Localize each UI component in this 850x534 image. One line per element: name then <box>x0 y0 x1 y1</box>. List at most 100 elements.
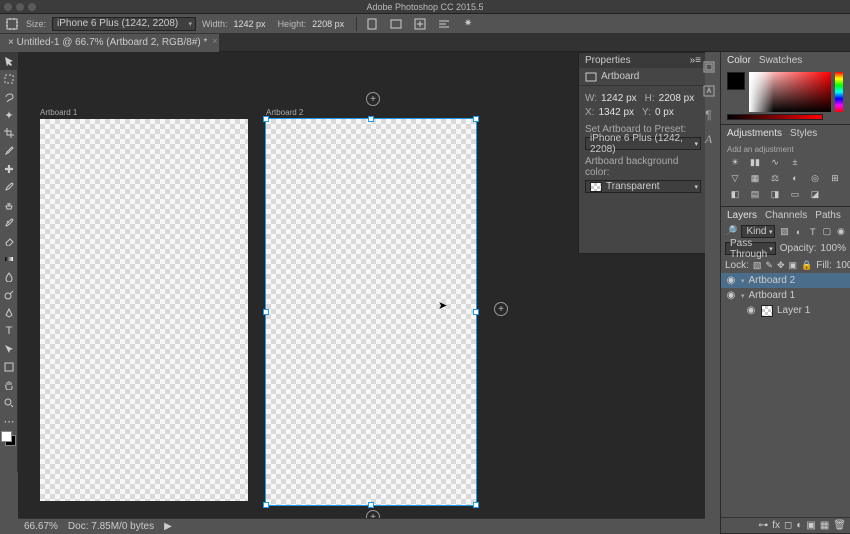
fill-value[interactable]: 100% <box>836 260 850 271</box>
add-artboard-top-button[interactable]: + <box>366 92 380 106</box>
new-fill-icon[interactable]: ◐ <box>796 520 802 531</box>
layer-row-artboard1[interactable]: ◉ ▾ Artboard 1 <box>721 288 850 303</box>
bw-icon[interactable]: ◐ <box>787 172 803 184</box>
zoom-window-button[interactable] <box>28 3 36 11</box>
brightness-icon[interactable]: ☀ <box>727 156 743 168</box>
layers-tab[interactable]: Layers <box>727 210 757 223</box>
layer-row-artboard2[interactable]: ◉ ▾ Artboard 2 <box>721 273 850 288</box>
layer-name[interactable]: Artboard 2 <box>749 275 796 286</box>
new-layer-icon[interactable]: ▦ <box>820 520 829 531</box>
paragraph-panel-icon[interactable]: ¶ <box>700 106 718 124</box>
healing-brush-tool[interactable]: ✚ <box>0 160 18 178</box>
filter-shape-icon[interactable]: ▢ <box>822 226 832 238</box>
vibrance-icon[interactable]: ▽ <box>727 172 743 184</box>
history-panel-icon[interactable] <box>700 58 718 76</box>
paths-tab[interactable]: Paths <box>815 210 841 223</box>
swatches-tab[interactable]: Swatches <box>759 55 802 68</box>
character-panel-icon[interactable] <box>700 82 718 100</box>
dodge-tool[interactable] <box>0 286 18 304</box>
orientation-portrait-button[interactable] <box>363 16 381 32</box>
lasso-tool[interactable] <box>0 88 18 106</box>
hue-sat-icon[interactable]: ▦ <box>747 172 763 184</box>
lock-transparency-icon[interactable]: ▧ <box>753 259 762 271</box>
minimize-window-button[interactable] <box>16 3 24 11</box>
move-tool[interactable] <box>0 52 18 70</box>
lock-image-icon[interactable]: ✎ <box>765 259 773 271</box>
gradient-tool[interactable] <box>0 250 18 268</box>
resize-handle[interactable] <box>263 309 269 315</box>
blur-tool[interactable] <box>0 268 18 286</box>
layer-row-layer1[interactable]: ◉ Layer 1 <box>721 303 850 318</box>
threshold-icon[interactable]: ◨ <box>767 188 783 200</box>
align-button[interactable] <box>435 16 453 32</box>
photo-filter-icon[interactable]: ◎ <box>807 172 823 184</box>
gradient-map-icon[interactable]: ▭ <box>787 188 803 200</box>
levels-icon[interactable]: ▮▮ <box>747 156 763 168</box>
layer-thumbnail[interactable] <box>761 305 773 317</box>
artboard-2[interactable]: ➤ <box>266 119 476 505</box>
shape-tool[interactable] <box>0 358 18 376</box>
resize-handle[interactable] <box>263 116 269 122</box>
artboard-1[interactable] <box>40 119 248 501</box>
lock-artboard-icon[interactable]: ▣ <box>789 259 798 271</box>
exposure-icon[interactable]: ± <box>787 156 803 168</box>
foreground-background-colors[interactable] <box>0 430 18 452</box>
y-value[interactable]: 0 px <box>655 107 674 118</box>
adjustments-tab[interactable]: Adjustments <box>727 128 782 141</box>
type-tool[interactable]: T <box>0 322 18 340</box>
x-value[interactable]: 1342 px <box>598 107 634 118</box>
layer-mask-icon[interactable]: ◻ <box>784 520 792 531</box>
color-swatch[interactable] <box>727 72 745 90</box>
eraser-tool[interactable] <box>0 232 18 250</box>
resize-handle[interactable] <box>473 116 479 122</box>
filter-type-icon[interactable]: T <box>808 226 818 238</box>
posterize-icon[interactable]: ▤ <box>747 188 763 200</box>
edit-toolbar-button[interactable]: ⋯ <box>0 412 18 430</box>
layer-name[interactable]: Layer 1 <box>777 305 810 316</box>
height-value[interactable]: 2208 px <box>312 19 344 29</box>
artboard-1-label[interactable]: Artboard 1 <box>40 108 248 117</box>
blend-mode-dropdown[interactable]: Pass Through <box>725 242 776 255</box>
hue-slider[interactable] <box>835 72 843 112</box>
layer-fx-icon[interactable]: fx <box>772 520 780 531</box>
invert-icon[interactable]: ◧ <box>727 188 743 200</box>
marquee-tool[interactable] <box>0 70 18 88</box>
color-balance-icon[interactable]: ⚖ <box>767 172 783 184</box>
color-tab[interactable]: Color <box>727 55 751 68</box>
glyphs-panel-icon[interactable]: A <box>700 130 718 148</box>
channels-tab[interactable]: Channels <box>765 210 807 223</box>
filter-smart-icon[interactable]: ◉ <box>836 226 846 238</box>
preset-dropdown[interactable]: iPhone 6 Plus (1242, 2208) <box>585 137 701 150</box>
resize-handle[interactable] <box>368 116 374 122</box>
layer-name[interactable]: Artboard 1 <box>749 290 796 301</box>
document-tab[interactable]: × Untitled-1 @ 66.7% (Artboard 2, RGB/8#… <box>0 34 219 52</box>
magic-wand-tool[interactable]: ✦ <box>0 106 18 124</box>
w-value[interactable]: 1242 px <box>601 93 637 104</box>
canvas-area[interactable]: Artboard 1 Artboard 2 ➤ + + + Properties <box>18 52 705 534</box>
color-field[interactable] <box>749 72 831 112</box>
hand-tool[interactable] <box>0 376 18 394</box>
bgcolor-dropdown[interactable]: Transparent <box>585 180 701 193</box>
resize-handle[interactable] <box>263 502 269 508</box>
zoom-level[interactable]: 66.67% <box>24 521 58 532</box>
width-value[interactable]: 1242 px <box>234 19 266 29</box>
orientation-landscape-button[interactable] <box>387 16 405 32</box>
resize-handle[interactable] <box>473 502 479 508</box>
visibility-toggle-icon[interactable]: ◉ <box>745 305 757 316</box>
artboard-1-container[interactable]: Artboard 1 <box>40 108 248 501</box>
filter-adjust-icon[interactable]: ◐ <box>794 226 804 238</box>
settings-gear-icon[interactable]: ✷ <box>459 16 477 32</box>
h-value[interactable]: 2208 px <box>659 93 695 104</box>
size-preset-dropdown[interactable]: iPhone 6 Plus (1242, 2208) <box>52 17 196 31</box>
new-group-icon[interactable]: ▣ <box>806 520 815 531</box>
close-window-button[interactable] <box>4 3 12 11</box>
delete-layer-icon[interactable]: 🗑 <box>833 520 846 531</box>
curves-icon[interactable]: ∿ <box>767 156 783 168</box>
layer-filter-kind[interactable]: Kind <box>741 225 775 238</box>
expand-icon[interactable]: ▾ <box>741 292 745 300</box>
selective-color-icon[interactable]: ◪ <box>807 188 823 200</box>
styles-tab[interactable]: Styles <box>790 128 817 141</box>
zoom-tool[interactable] <box>0 394 18 412</box>
properties-tab[interactable]: Properties <box>585 55 631 66</box>
filter-pixel-icon[interactable]: ▧ <box>779 226 789 238</box>
